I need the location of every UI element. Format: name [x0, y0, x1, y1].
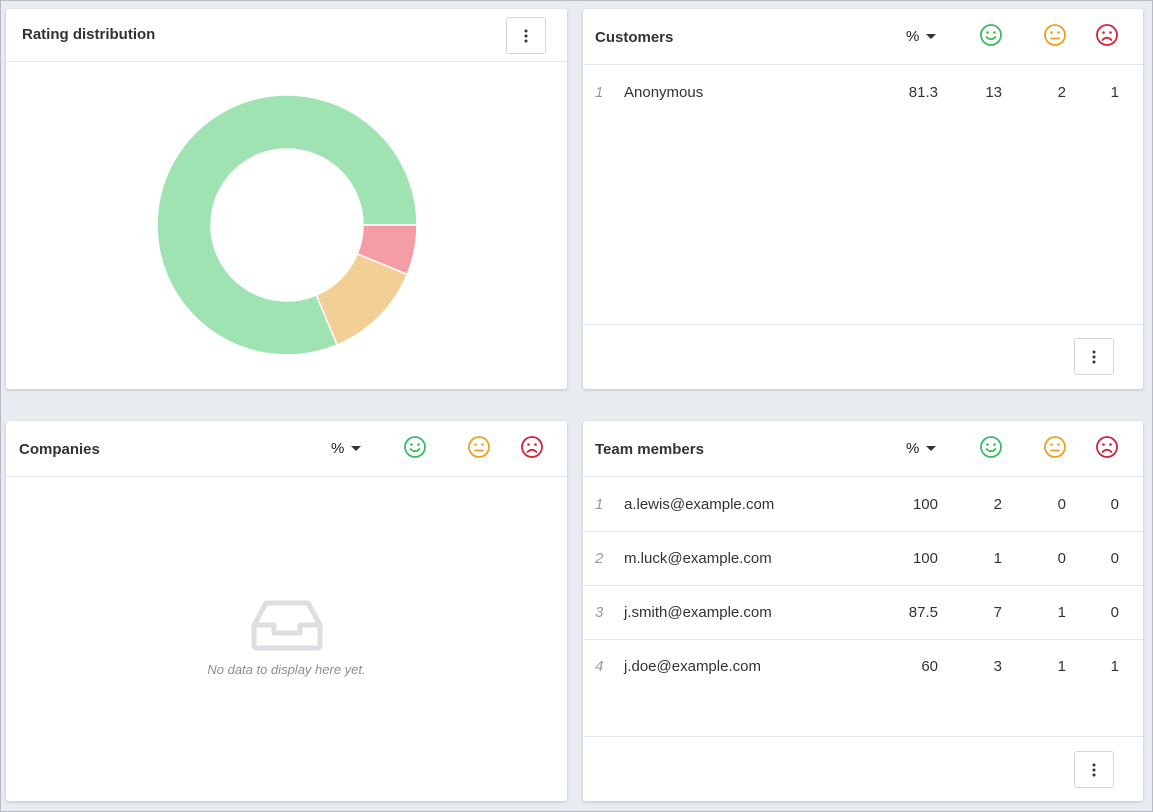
- card-footer: [583, 324, 1143, 389]
- smile-icon: [979, 435, 1003, 459]
- card-title: Customers: [595, 29, 674, 46]
- neutral-face-icon: [467, 435, 491, 459]
- caret-down-icon: [926, 34, 937, 39]
- sort-percent-dropdown[interactable]: %: [331, 440, 362, 457]
- empty-state: No data to display here yet.: [6, 599, 567, 677]
- frown-icon: [1095, 23, 1119, 47]
- row-percent: 60: [921, 658, 938, 675]
- row-percent: 100: [912, 496, 938, 513]
- row-percent: 81.3: [908, 84, 938, 101]
- inbox-tray-icon: [251, 600, 322, 651]
- row-negative: 0: [1110, 604, 1119, 621]
- row-percent: 100: [912, 550, 938, 567]
- row-negative: 1: [1110, 84, 1119, 101]
- neutral-face-icon: [1043, 435, 1067, 459]
- empty-message: No data to display here yet.: [207, 662, 366, 677]
- row-index: 4: [595, 658, 604, 675]
- card-header: Customers %: [583, 9, 1143, 65]
- row-positive: 1: [993, 550, 1002, 567]
- row-positive: 13: [985, 84, 1002, 101]
- menu-button[interactable]: [1074, 751, 1114, 788]
- smile-icon: [403, 435, 427, 459]
- vertical-dots-icon: [524, 29, 528, 43]
- card-header: Team members %: [583, 421, 1143, 477]
- row-index: 2: [595, 550, 604, 567]
- frown-icon: [520, 435, 544, 459]
- row-index: 1: [595, 496, 604, 513]
- companies-card: Companies % No data to display here yet.: [6, 421, 567, 801]
- row-name: j.smith@example.com: [624, 604, 772, 621]
- sort-label: %: [906, 440, 920, 457]
- row-neutral: 2: [1057, 84, 1066, 101]
- row-name: m.luck@example.com: [624, 550, 772, 567]
- vertical-dots-icon: [1092, 763, 1096, 777]
- table-row[interactable]: 3 j.smith@example.com 87.5 7 1 0: [583, 586, 1143, 640]
- menu-button[interactable]: [1074, 338, 1114, 375]
- rating-distribution-card: Rating distribution: [6, 9, 567, 389]
- row-percent: 87.5: [908, 604, 938, 621]
- table-row[interactable]: 2 m.luck@example.com 100 1 0 0: [583, 532, 1143, 586]
- row-name: Anonymous: [624, 84, 704, 101]
- row-name: j.doe@example.com: [624, 658, 761, 675]
- sort-label: %: [331, 440, 345, 457]
- caret-down-icon: [926, 446, 937, 451]
- row-negative: 0: [1110, 550, 1119, 567]
- neutral-face-icon: [1043, 23, 1067, 47]
- card-title: Companies: [19, 441, 100, 458]
- vertical-dots-icon: [1092, 350, 1096, 364]
- sort-percent-dropdown[interactable]: %: [906, 440, 937, 457]
- caret-down-icon: [351, 446, 362, 451]
- row-index: 3: [595, 604, 604, 621]
- row-positive: 2: [993, 496, 1002, 513]
- table-row[interactable]: 1 Anonymous 81.3 13 2 1: [583, 66, 1143, 120]
- row-index: 1: [595, 84, 604, 101]
- team-members-card: Team members % 1 a.lewis@example.com 100…: [583, 421, 1143, 801]
- customers-card: Customers % 1 Anonymous 81.3 13 2 1: [583, 9, 1143, 389]
- row-neutral: 1: [1057, 658, 1066, 675]
- sort-percent-dropdown[interactable]: %: [906, 28, 937, 45]
- row-negative: 0: [1110, 496, 1119, 513]
- row-negative: 1: [1110, 658, 1119, 675]
- row-neutral: 0: [1057, 496, 1066, 513]
- card-title: Rating distribution: [22, 26, 156, 43]
- card-title: Team members: [595, 441, 704, 458]
- card-header: Companies %: [6, 421, 567, 477]
- row-neutral: 0: [1057, 550, 1066, 567]
- row-name: a.lewis@example.com: [624, 496, 775, 513]
- rating-donut-chart: [156, 94, 418, 356]
- card-header: Rating distribution: [6, 9, 567, 62]
- table-row[interactable]: 4 j.doe@example.com 60 3 1 1: [583, 640, 1143, 694]
- sort-label: %: [906, 28, 920, 45]
- card-footer: [583, 736, 1143, 801]
- menu-button[interactable]: [506, 17, 546, 54]
- row-positive: 3: [993, 658, 1002, 675]
- table-row[interactable]: 1 a.lewis@example.com 100 2 0 0: [583, 478, 1143, 532]
- row-positive: 7: [993, 604, 1002, 621]
- row-neutral: 1: [1057, 604, 1066, 621]
- frown-icon: [1095, 435, 1119, 459]
- smile-icon: [979, 23, 1003, 47]
